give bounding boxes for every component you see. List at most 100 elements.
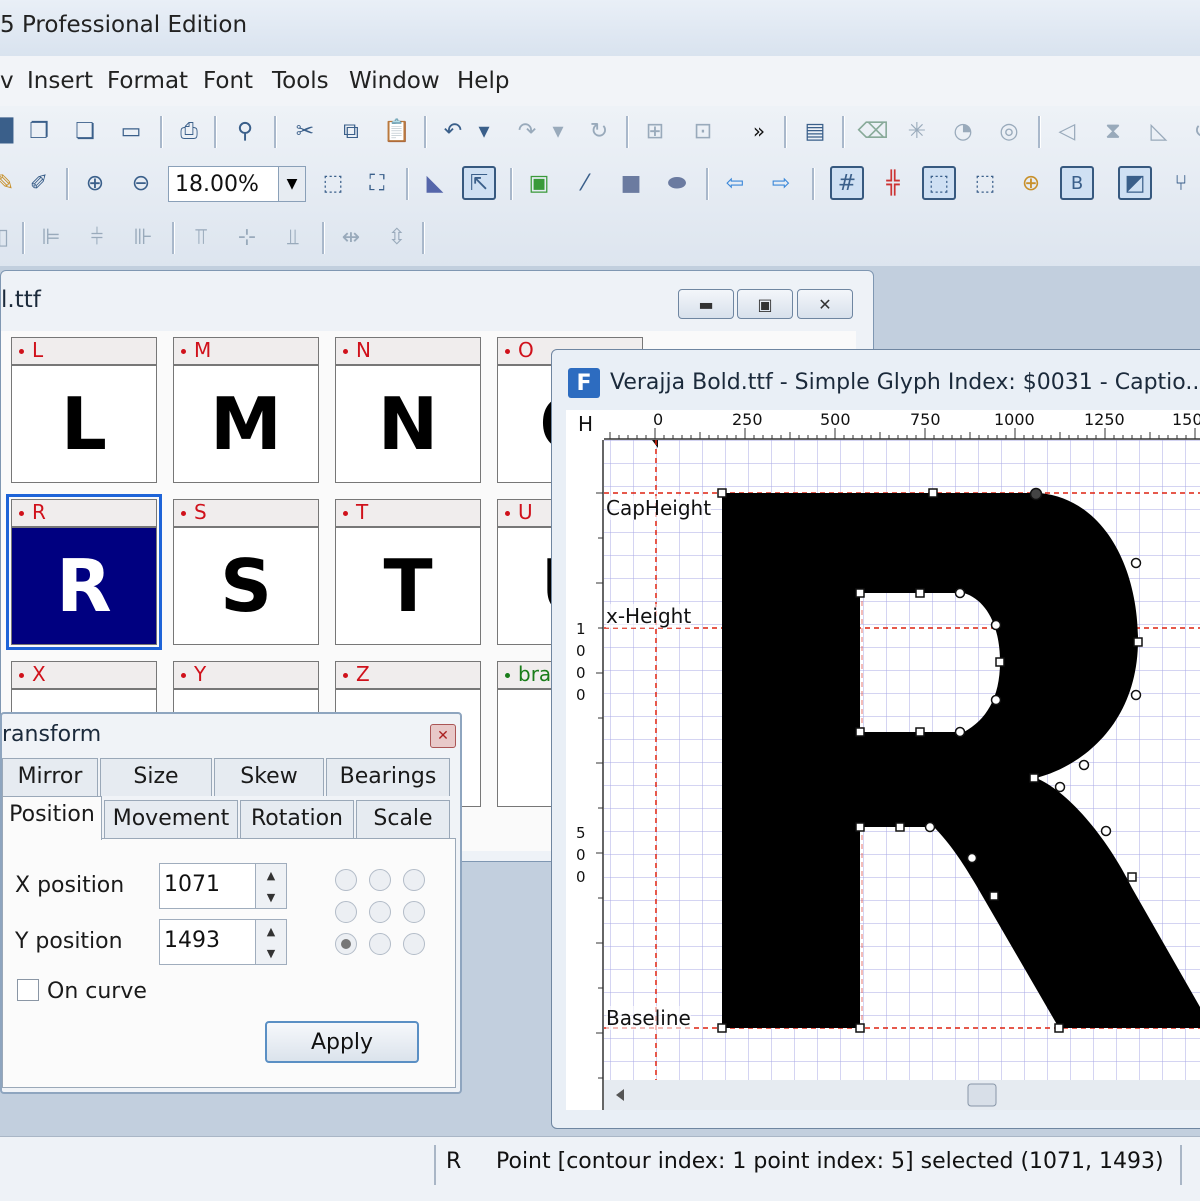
zoom-out-icon[interactable]: ⊖ — [124, 166, 158, 200]
eraser-icon[interactable]: ⌫ — [856, 114, 890, 148]
anchor-top-center[interactable] — [369, 869, 391, 891]
anchor-middle-left[interactable] — [335, 901, 357, 923]
find-icon[interactable]: ⚲ — [228, 114, 262, 148]
metrics-icon[interactable]: ⬚ — [968, 166, 1002, 200]
pen-icon[interactable]: ✎ — [0, 166, 22, 200]
anchor-middle-right[interactable] — [403, 901, 425, 923]
align-middle-icon[interactable]: ⊹ — [230, 220, 264, 254]
anchor-bottom-right[interactable] — [403, 933, 425, 955]
paste-icon[interactable]: 📋 — [380, 114, 414, 148]
menu-insert[interactable]: Insert — [27, 68, 93, 94]
rotate-icon[interactable]: ↺ — [1186, 114, 1200, 148]
node-select-icon[interactable]: ⇱ — [462, 166, 496, 200]
mirror-icon[interactable]: ⧗ — [1096, 114, 1130, 148]
on-curve-checkbox[interactable] — [17, 979, 39, 1001]
x-position-stepper[interactable]: ▲ ▼ — [255, 864, 286, 908]
close-button[interactable]: ✕ — [797, 289, 853, 319]
bounds-icon[interactable]: ⬚ — [922, 166, 956, 200]
new-glyph-icon[interactable]: ⊞ — [638, 114, 672, 148]
nodes-icon[interactable]: ⑂ — [1164, 166, 1198, 200]
menu-tools[interactable]: Tools — [272, 68, 329, 94]
properties-icon[interactable]: ▤ — [798, 114, 832, 148]
cut-icon[interactable]: ✂ — [288, 114, 322, 148]
copy-font-icon[interactable]: ❐ — [22, 114, 56, 148]
next-glyph-icon[interactable]: ⇨ — [764, 166, 798, 200]
tab-movement[interactable]: Movement — [104, 800, 238, 838]
distribute-h-icon[interactable]: ⇹ — [334, 220, 368, 254]
refresh-icon[interactable]: ↻ — [582, 114, 616, 148]
guidelines-icon[interactable]: ╬ — [876, 166, 910, 200]
menu-format[interactable]: Format — [107, 68, 188, 94]
bitmap-icon[interactable]: B — [1060, 166, 1094, 200]
anchor-middle-center[interactable] — [369, 901, 391, 923]
anchor-top-right[interactable] — [403, 869, 425, 891]
align-top-icon[interactable]: ⫪ — [184, 220, 218, 254]
copy-icon[interactable]: ⧉ — [334, 114, 368, 148]
menu-font[interactable]: Font — [203, 68, 253, 94]
undo-icon[interactable]: ↶ — [436, 114, 470, 148]
pointer-icon[interactable]: ◣ — [418, 166, 452, 200]
brush-icon[interactable]: ✐ — [22, 166, 56, 200]
scroll-thumb[interactable] — [967, 1083, 997, 1107]
grid-icon[interactable]: # — [830, 166, 864, 200]
glyph-cell-L[interactable]: L L — [11, 337, 157, 483]
minimize-button[interactable]: ▬ — [678, 289, 734, 319]
menu-help[interactable]: Help — [457, 68, 509, 94]
redo-dropdown-icon[interactable]: ▾ — [548, 114, 568, 148]
save-icon[interactable]: ▉ — [0, 114, 24, 148]
tab-size[interactable]: Size — [100, 758, 212, 796]
undo-dropdown-icon[interactable]: ▾ — [474, 114, 494, 148]
prev-glyph-icon[interactable]: ⇦ — [718, 166, 752, 200]
tab-mirror[interactable]: Mirror — [2, 758, 98, 796]
tab-bearings[interactable]: Bearings — [326, 758, 450, 796]
redo-icon[interactable]: ↷ — [510, 114, 544, 148]
close-icon[interactable]: ✕ — [430, 724, 456, 748]
align-center-icon[interactable]: ⫩ — [80, 220, 114, 254]
glyph-cell-N[interactable]: N N — [335, 337, 481, 483]
maximize-button[interactable]: ▣ — [737, 289, 793, 319]
align-icon[interactable]: ▯ — [0, 220, 20, 254]
tab-skew[interactable]: Skew — [214, 758, 324, 796]
loop-icon[interactable]: ◎ — [992, 114, 1026, 148]
anchor-bottom-left[interactable] — [335, 933, 357, 955]
y-position-input[interactable]: 1493 ▲ ▼ — [159, 919, 287, 965]
glyph-canvas[interactable]: H 0 250 500 750 1000 1250 150 1 0 0 0 5 … — [566, 410, 1200, 1110]
duplicate-icon[interactable]: ❏ — [68, 114, 102, 148]
open-folder-icon[interactable]: ▭ — [114, 114, 148, 148]
zoom-in-icon[interactable]: ⊕ — [78, 166, 112, 200]
zoom-select[interactable]: 18.00% ▼ — [168, 166, 306, 202]
tab-position[interactable]: Position — [2, 796, 102, 840]
y-position-stepper[interactable]: ▲ ▼ — [255, 920, 286, 964]
menu-window[interactable]: Window — [349, 68, 440, 94]
ellipse-icon[interactable]: ⬬ — [660, 166, 694, 200]
rectangle-icon[interactable]: ■ — [614, 166, 648, 200]
align-left-icon[interactable]: ◁ — [1050, 114, 1084, 148]
distribute-v-icon[interactable]: ⇳ — [380, 220, 414, 254]
align-right-edges-icon[interactable]: ⊪ — [126, 220, 160, 254]
glyph-cell-R[interactable]: R R — [6, 494, 162, 650]
contour-icon[interactable]: ◔ — [946, 114, 980, 148]
lock-icon[interactable]: ⊕ — [1014, 166, 1048, 200]
image-icon[interactable]: ▣ — [522, 166, 556, 200]
scatter-icon[interactable]: ✳ — [900, 114, 934, 148]
skew-icon[interactable]: ◺ — [1142, 114, 1176, 148]
anchor-bottom-center[interactable] — [369, 933, 391, 955]
fill-icon[interactable]: ◩ — [1118, 166, 1152, 200]
menu-view[interactable]: v — [0, 68, 14, 94]
tab-scale[interactable]: Scale — [356, 800, 450, 838]
align-bottom-icon[interactable]: ⫫ — [276, 220, 310, 254]
toolbar-overflow-icon[interactable]: » — [742, 114, 776, 148]
draw-icon[interactable]: ⁄ — [568, 166, 602, 200]
add-glyph-icon[interactable]: ⊡ — [686, 114, 720, 148]
align-left-edges-icon[interactable]: ⊫ — [34, 220, 68, 254]
anchor-top-left[interactable] — [335, 869, 357, 891]
glyph-cell-T[interactable]: T T — [335, 499, 481, 645]
chevron-down-icon[interactable]: ▼ — [278, 167, 305, 201]
apply-button[interactable]: Apply — [265, 1021, 419, 1063]
x-position-input[interactable]: 1071 ▲ ▼ — [159, 863, 287, 909]
zoom-selection-icon[interactable]: ⬚ — [316, 166, 350, 200]
print-icon[interactable]: ⎙ — [172, 114, 206, 148]
glyph-cell-M[interactable]: M M — [173, 337, 319, 483]
glyph-cell-S[interactable]: S S — [173, 499, 319, 645]
zoom-fit-icon[interactable]: ⛶ — [360, 166, 394, 200]
